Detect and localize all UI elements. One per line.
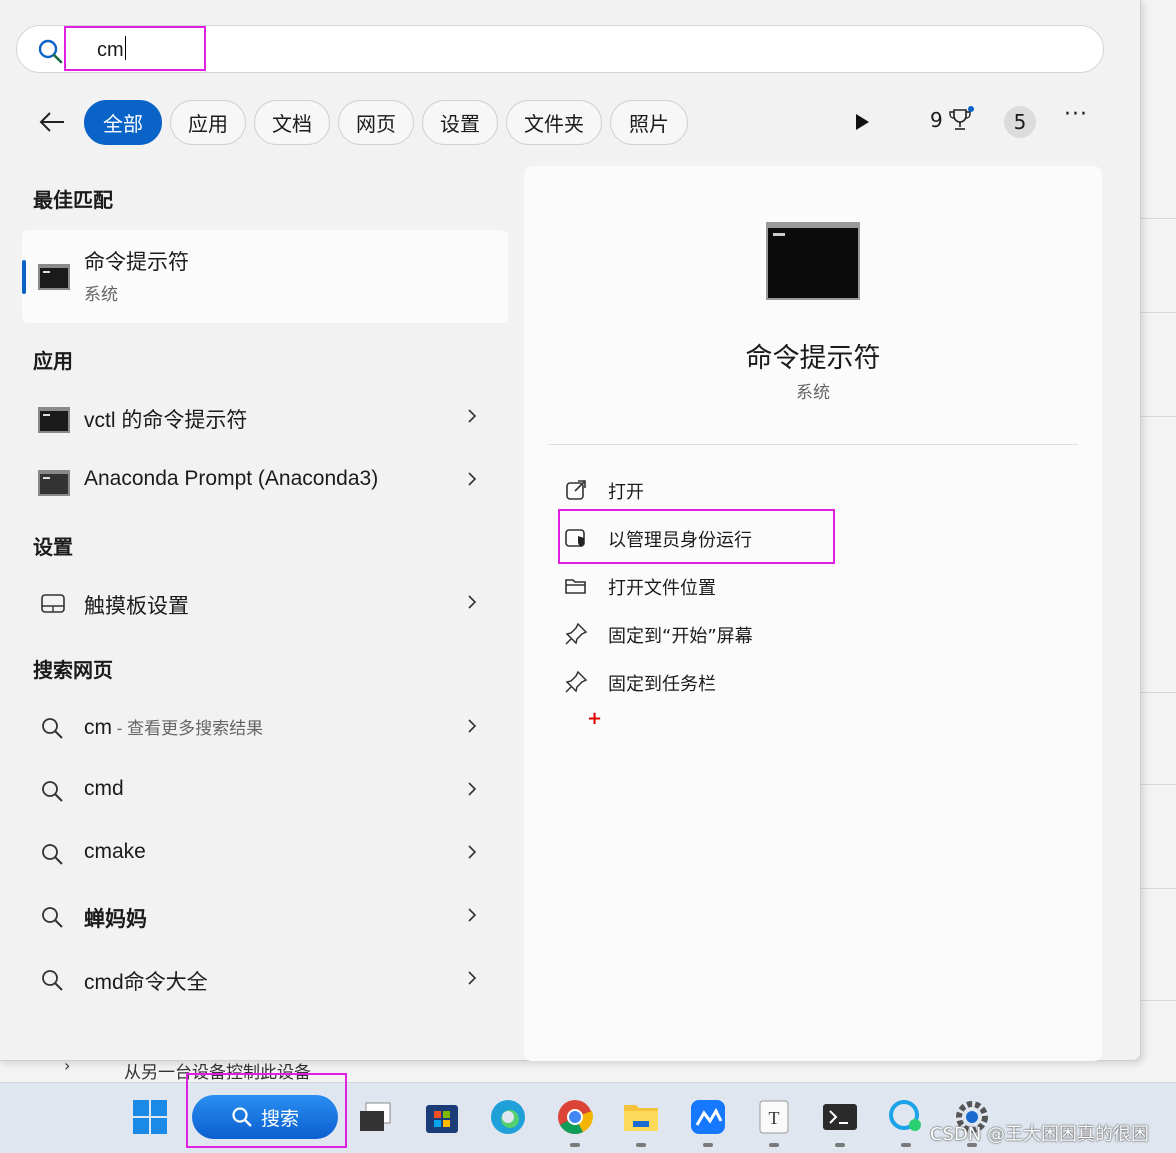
tab-documents[interactable]: 文档 xyxy=(254,100,330,145)
section-title-best-match: 最佳匹配 xyxy=(33,188,113,212)
chevron-right-icon xyxy=(468,782,477,796)
divider xyxy=(1140,888,1176,889)
chevron-right-icon xyxy=(468,472,477,486)
chevron-right-icon xyxy=(468,409,477,423)
divider xyxy=(1140,416,1176,417)
pin-icon xyxy=(565,622,588,645)
tab-settings[interactable]: 设置 xyxy=(422,100,498,145)
open-file-location-action[interactable]: 打开文件位置 xyxy=(564,564,964,604)
watermark: CSDN @王大困困真的很困 xyxy=(930,1124,1150,1145)
app-icon xyxy=(691,1100,725,1134)
search-icon xyxy=(42,970,63,991)
chevron-right-icon xyxy=(468,908,477,922)
play-icon[interactable] xyxy=(856,114,869,130)
anaconda-prompt-icon xyxy=(38,470,70,496)
chrome-browser-icon[interactable] xyxy=(555,1097,595,1147)
chat-bubble-icon xyxy=(889,1100,921,1131)
highlight-box xyxy=(558,509,835,564)
edge-browser-icon[interactable] xyxy=(488,1097,528,1137)
command-prompt-icon xyxy=(38,264,70,290)
start-windows-icon[interactable] xyxy=(130,1097,170,1137)
file-explorer-icon[interactable] xyxy=(621,1097,661,1147)
preview-pane: 命令提示符 系统 打开 以管理员身份运行 打开文件位置 固定到“开始”屏幕 固定… xyxy=(524,166,1102,1061)
list-item[interactable]: Anaconda Prompt (Anaconda3) xyxy=(22,453,508,509)
search-icon xyxy=(42,844,63,865)
section-title-web: 搜索网页 xyxy=(33,658,113,682)
open-action[interactable]: 打开 xyxy=(564,468,964,508)
list-item[interactable]: cmd xyxy=(22,763,508,819)
tab-folders[interactable]: 文件夹 xyxy=(506,100,602,145)
back-arrow-icon[interactable] xyxy=(36,106,68,138)
rewards-button[interactable]: 9 xyxy=(930,106,974,132)
list-item[interactable]: cm - 查看更多搜索结果 xyxy=(22,700,508,756)
divider xyxy=(1140,312,1176,313)
terminal-app-icon[interactable] xyxy=(820,1097,860,1147)
more-options-button[interactable]: ··· xyxy=(1064,102,1088,127)
tab-apps[interactable]: 应用 xyxy=(170,100,246,145)
divider xyxy=(1140,1000,1176,1001)
rewards-points: 9 xyxy=(930,108,943,132)
highlight-box xyxy=(64,26,206,71)
best-match-item[interactable]: 命令提示符 系统 xyxy=(22,230,508,323)
chevron-right-icon xyxy=(468,845,477,859)
list-item[interactable]: cmd命令大全 xyxy=(22,952,508,1008)
chevron-right-icon xyxy=(468,595,477,609)
running-indicator xyxy=(636,1143,646,1147)
task-view-icon[interactable] xyxy=(356,1097,396,1137)
trophy-icon xyxy=(949,109,971,130)
terminal-icon xyxy=(823,1104,857,1130)
svg-text:T: T xyxy=(769,1108,780,1128)
search-icon xyxy=(38,39,63,64)
tab-all[interactable]: 全部 xyxy=(84,100,162,145)
folder-icon xyxy=(624,1105,658,1131)
list-item[interactable]: 蝉妈妈 xyxy=(22,889,508,945)
running-indicator xyxy=(570,1143,580,1147)
list-item[interactable]: 触摸板设置 xyxy=(22,576,508,632)
pin-icon xyxy=(565,670,588,693)
lanxin-app-icon[interactable] xyxy=(688,1097,728,1147)
touchpad-icon xyxy=(41,594,65,613)
section-title-apps: 应用 xyxy=(33,349,73,373)
pin-to-taskbar-action[interactable]: 固定到任务栏 xyxy=(564,660,964,700)
chevron-right-icon xyxy=(468,719,477,733)
folder-icon xyxy=(565,579,586,594)
best-match-type: 系统 xyxy=(84,285,118,305)
filter-bar: 全部 应用 文档 网页 设置 文件夹 照片 9 5 ··· xyxy=(0,98,1141,146)
tab-photos[interactable]: 照片 xyxy=(610,100,688,145)
chat-app-icon[interactable] xyxy=(886,1097,926,1147)
pin-to-start-action[interactable]: 固定到“开始”屏幕 xyxy=(564,612,964,652)
preview-type: 系统 xyxy=(796,383,830,403)
list-item[interactable]: vctl 的命令提示符 xyxy=(22,390,508,446)
running-indicator xyxy=(769,1143,779,1147)
running-indicator xyxy=(835,1143,845,1147)
tab-web[interactable]: 网页 xyxy=(338,100,414,145)
cursor-crosshair-icon: + xyxy=(587,708,603,729)
command-prompt-icon xyxy=(38,407,70,433)
list-item[interactable]: cmake xyxy=(22,826,508,882)
highlight-box xyxy=(186,1073,347,1148)
command-prompt-icon xyxy=(766,222,860,300)
search-icon xyxy=(42,907,63,928)
open-external-icon xyxy=(566,480,586,500)
search-icon xyxy=(42,781,63,802)
notification-dot xyxy=(968,106,974,112)
divider xyxy=(1140,784,1176,785)
chrome-icon xyxy=(558,1100,593,1134)
selection-indicator xyxy=(22,260,26,294)
divider xyxy=(1140,218,1176,219)
start-search-panel: cm 全部 应用 文档 网页 设置 文件夹 照片 9 5 ··· 最佳匹配 命令… xyxy=(0,0,1141,1061)
chevron-right-icon xyxy=(468,971,477,985)
divider xyxy=(1140,692,1176,693)
best-match-name: 命令提示符 xyxy=(84,250,189,274)
search-icon xyxy=(42,718,63,739)
running-indicator xyxy=(703,1143,713,1147)
section-title-settings: 设置 xyxy=(33,535,73,559)
text-editor-icon: T xyxy=(759,1100,789,1134)
microsoft-store-icon[interactable] xyxy=(422,1097,462,1137)
divider xyxy=(548,444,1078,445)
typora-app-icon[interactable]: T xyxy=(754,1097,794,1147)
running-indicator xyxy=(901,1143,911,1147)
preview-title: 命令提示符 xyxy=(745,343,881,374)
account-avatar[interactable]: 5 xyxy=(1004,106,1036,138)
